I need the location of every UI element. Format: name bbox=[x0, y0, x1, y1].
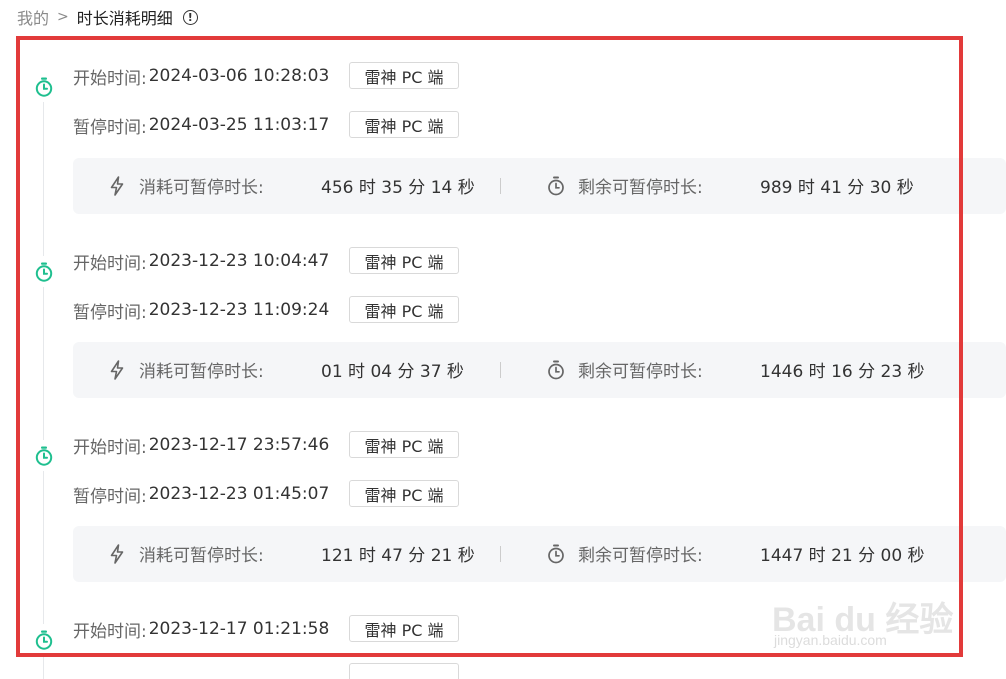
duration-summary: 消耗可暂停时长: 121 时 47 分 21 秒 剩余可暂停时长: 1447 时… bbox=[73, 526, 1006, 582]
consumption-timeline: 开始时间: 2024-03-06 10:28:03 雷神 PC 端 暂停时间: … bbox=[0, 0, 1006, 679]
start-time-label: 开始时间: bbox=[73, 68, 147, 89]
start-time-row: 开始时间: 2023-12-17 23:57:46 bbox=[73, 430, 329, 460]
pause-time-row: 暂停时间: 2023-12-23 11:09:24 bbox=[73, 295, 329, 325]
start-time-label: 开始时间: bbox=[73, 621, 147, 642]
remaining-label: 剩余可暂停时长: bbox=[578, 362, 703, 382]
pause-time-value: 2023-12-23 01:45:07 bbox=[148, 484, 330, 504]
duration-summary: 消耗可暂停时长: 01 时 04 分 37 秒 剩余可暂停时长: 1446 时 … bbox=[73, 342, 1006, 398]
summary-divider bbox=[500, 178, 501, 194]
page: 我的 > 时长消耗明细 ! 开始时间: 2024-03-06 10:28:03 … bbox=[0, 0, 1006, 679]
pause-time-value: 2024-03-25 11:03:17 bbox=[148, 115, 330, 135]
start-device-tag: 雷神 PC 端 bbox=[349, 431, 459, 458]
pause-device-tag: 雷神 PC 端 bbox=[349, 296, 459, 323]
pause-device-tag-partial bbox=[349, 663, 459, 679]
consumed-value: 456 时 35 分 14 秒 bbox=[321, 178, 475, 198]
stopwatch-icon bbox=[548, 544, 564, 564]
stopwatch-icon bbox=[28, 440, 59, 471]
consumed-value: 01 时 04 分 37 秒 bbox=[321, 362, 464, 382]
remaining-label: 剩余可暂停时长: bbox=[578, 178, 703, 198]
start-time-row: 开始时间: 2024-03-06 10:28:03 bbox=[73, 61, 329, 91]
start-time-label: 开始时间: bbox=[73, 253, 147, 274]
remaining-value: 1447 时 21 分 00 秒 bbox=[760, 546, 925, 566]
consumed-label: 消耗可暂停时长: bbox=[139, 178, 264, 198]
consumed-label: 消耗可暂停时长: bbox=[139, 362, 264, 382]
stopwatch-icon bbox=[28, 71, 59, 102]
remaining-value: 1446 时 16 分 23 秒 bbox=[760, 362, 925, 382]
stopwatch-icon bbox=[28, 624, 59, 655]
consumed-value: 121 时 47 分 21 秒 bbox=[321, 546, 475, 566]
pause-time-label: 暂停时间: bbox=[73, 302, 147, 323]
pause-time-label: 暂停时间: bbox=[73, 486, 147, 507]
lightning-icon bbox=[110, 544, 124, 564]
start-time-label: 开始时间: bbox=[73, 437, 147, 458]
start-time-value: 2023-12-17 01:21:58 bbox=[148, 619, 330, 639]
stopwatch-icon bbox=[548, 176, 564, 196]
pause-time-row: 暂停时间: 2023-12-23 01:45:07 bbox=[73, 479, 329, 509]
start-time-row: 开始时间: 2023-12-17 01:21:58 bbox=[73, 614, 329, 644]
baidu-jingyan-watermark: Bai du 经验 jingyan.baidu.com bbox=[772, 592, 953, 648]
stopwatch-icon bbox=[548, 360, 564, 380]
summary-divider bbox=[500, 362, 501, 378]
duration-summary: 消耗可暂停时长: 456 时 35 分 14 秒 剩余可暂停时长: 989 时 … bbox=[73, 158, 1006, 214]
watermark-url: jingyan.baidu.com bbox=[774, 632, 887, 648]
consumed-label: 消耗可暂停时长: bbox=[139, 546, 264, 566]
start-time-value: 2024-03-06 10:28:03 bbox=[148, 66, 330, 86]
start-device-tag: 雷神 PC 端 bbox=[349, 615, 459, 642]
remaining-value: 989 时 41 分 30 秒 bbox=[760, 178, 914, 198]
start-time-value: 2023-12-17 23:57:46 bbox=[148, 435, 330, 455]
start-device-tag: 雷神 PC 端 bbox=[349, 62, 459, 89]
pause-device-tag: 雷神 PC 端 bbox=[349, 111, 459, 138]
stopwatch-icon bbox=[28, 256, 59, 287]
start-time-value: 2023-12-23 10:04:47 bbox=[148, 251, 330, 271]
start-device-tag: 雷神 PC 端 bbox=[349, 247, 459, 274]
pause-time-value: 2023-12-23 11:09:24 bbox=[148, 300, 330, 320]
lightning-icon bbox=[110, 360, 124, 380]
pause-device-tag: 雷神 PC 端 bbox=[349, 480, 459, 507]
summary-divider bbox=[500, 546, 501, 562]
remaining-label: 剩余可暂停时长: bbox=[578, 546, 703, 566]
timeline-line bbox=[43, 88, 44, 679]
pause-time-row: 暂停时间: 2024-03-25 11:03:17 bbox=[73, 110, 329, 140]
pause-time-label: 暂停时间: bbox=[73, 117, 147, 138]
start-time-row: 开始时间: 2023-12-23 10:04:47 bbox=[73, 246, 329, 276]
lightning-icon bbox=[110, 176, 124, 196]
